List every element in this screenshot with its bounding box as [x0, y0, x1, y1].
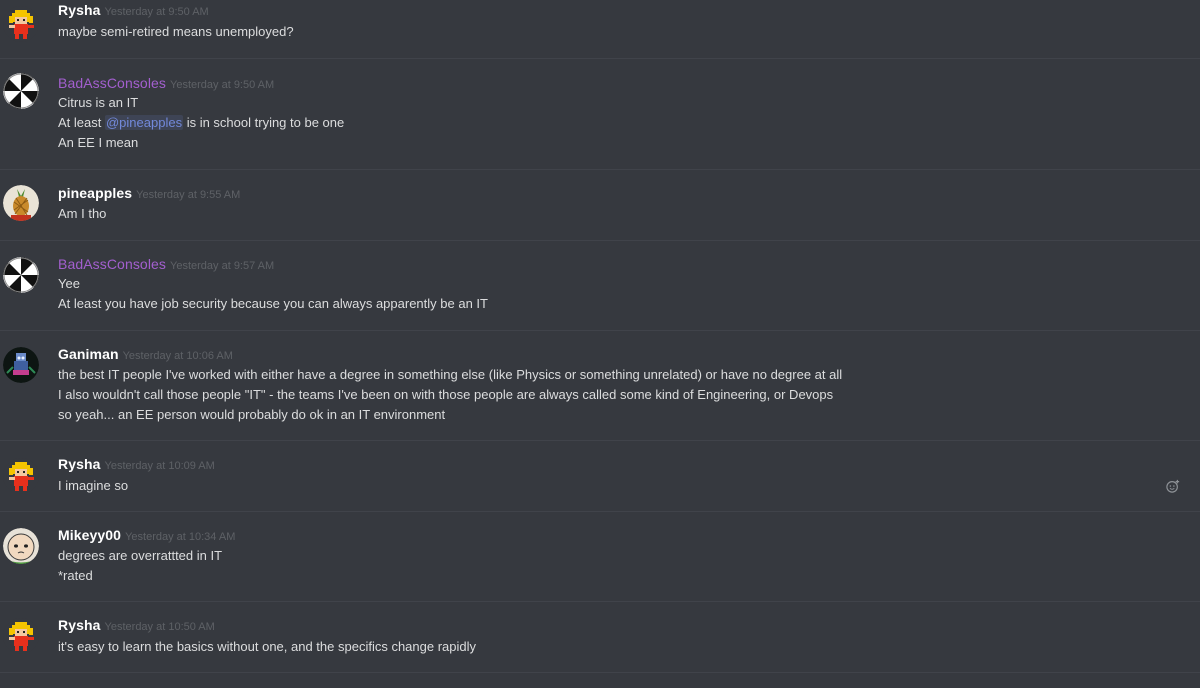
timestamp: Yesterday at 9:50 AM [170, 79, 275, 91]
message-header: BadAssConsoles Yesterday at 9:50 AM [58, 75, 274, 95]
message-text: the best IT people I've worked with eith… [58, 367, 843, 382]
message-group: BadAssConsoles Yesterday at 9:57 AM Yee A… [0, 241, 1200, 330]
message-header: Ganiman Yesterday at 10:06 AM [58, 346, 233, 366]
umbrella-logo-icon [3, 257, 39, 293]
message-text: At least @pineapples is in school trying… [58, 113, 344, 133]
message-text: Am I tho [58, 206, 107, 221]
message-text: I also wouldn't call those people "IT" -… [58, 387, 834, 402]
message-group: pineapples Yesterday at 9:55 AM Am I tho [0, 170, 1200, 240]
message-text: Yee [58, 276, 80, 291]
message-group: Rysha Yesterday at 10:50 AM it's easy to … [0, 602, 1200, 672]
divider [0, 672, 1200, 673]
avatar[interactable] [3, 618, 39, 654]
message-header: BadAssConsoles Yesterday at 9:57 AM [58, 256, 274, 276]
username[interactable]: BadAssConsoles [58, 256, 166, 272]
rysha-avatar-icon [3, 458, 39, 494]
message-header: Rysha Yesterday at 10:50 AM [58, 617, 215, 637]
username[interactable]: BadAssConsoles [58, 75, 166, 91]
timestamp: Yesterday at 10:34 AM [125, 531, 236, 543]
user-mention[interactable]: @pineapples [104, 115, 184, 130]
message-text: I imagine so [58, 478, 129, 493]
message-text: it's easy to learn the basics without on… [58, 639, 476, 654]
timestamp: Yesterday at 9:55 AM [136, 189, 241, 201]
message-text: Citrus is an IT [58, 95, 139, 110]
avatar[interactable] [3, 185, 39, 221]
message-group: BadAssConsoles Yesterday at 9:50 AM Citru… [0, 59, 1200, 169]
message-group: Mikeyy00 Yesterday at 10:34 AM degrees ar… [0, 512, 1200, 601]
message-text-prefix: At least [58, 115, 102, 130]
message-header: Rysha Yesterday at 10:09 AM [58, 456, 215, 476]
username[interactable]: pineapples [58, 185, 132, 201]
message-group: Rysha Yesterday at 9:50 AM maybe semi-ret… [0, 0, 1200, 58]
mikeyy00-avatar-icon [3, 528, 39, 564]
umbrella-logo-icon [3, 73, 39, 109]
ganiman-avatar-icon [3, 347, 39, 383]
message-text: degrees are overrattted in IT [58, 548, 223, 563]
avatar[interactable] [3, 73, 39, 109]
pineapple-avatar-icon [3, 185, 39, 221]
message-group: Rysha Yesterday at 10:09 AM I imagine so [0, 441, 1200, 511]
avatar[interactable] [3, 6, 39, 42]
message-text: maybe semi-retired means unemployed? [58, 24, 294, 39]
message-header: Rysha Yesterday at 9:50 AM [58, 2, 209, 22]
avatar[interactable] [3, 458, 39, 494]
timestamp: Yesterday at 10:06 AM [122, 350, 233, 362]
username[interactable]: Rysha [58, 456, 101, 472]
avatar[interactable] [3, 528, 39, 564]
rysha-avatar-icon [3, 6, 39, 42]
username[interactable]: Rysha [58, 2, 101, 18]
message-text: so yeah... an EE person would probably d… [58, 407, 446, 422]
add-reaction-icon[interactable] [1166, 479, 1180, 493]
username[interactable]: Ganiman [58, 346, 119, 362]
message-group: Ganiman Yesterday at 10:06 AM the best IT… [0, 331, 1200, 440]
timestamp: Yesterday at 10:50 AM [104, 621, 215, 633]
message-text-suffix: is in school trying to be one [186, 115, 345, 130]
timestamp: Yesterday at 9:57 AM [170, 260, 275, 272]
username[interactable]: Rysha [58, 617, 101, 633]
message-text: An EE I mean [58, 135, 139, 150]
timestamp: Yesterday at 9:50 AM [104, 6, 209, 18]
rysha-avatar-icon [3, 618, 39, 654]
message-header: pineapples Yesterday at 9:55 AM [58, 185, 240, 205]
avatar[interactable] [3, 347, 39, 383]
username[interactable]: Mikeyy00 [58, 527, 121, 543]
message-text: At least you have job security because y… [58, 296, 488, 311]
message-header: Mikeyy00 Yesterday at 10:34 AM [58, 527, 235, 547]
avatar[interactable] [3, 257, 39, 293]
chat-messages: Rysha Yesterday at 9:50 AM maybe semi-ret… [0, 0, 1200, 688]
message-text: *rated [58, 568, 93, 583]
timestamp: Yesterday at 10:09 AM [104, 460, 215, 472]
